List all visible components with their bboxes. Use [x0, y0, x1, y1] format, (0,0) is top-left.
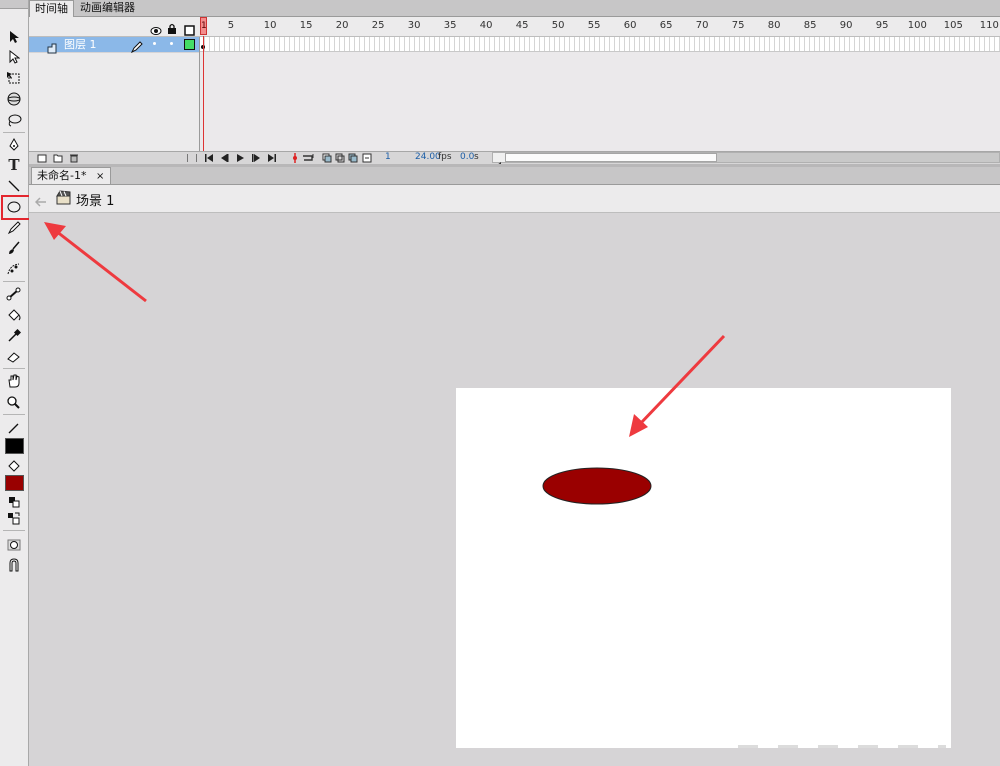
- ruler-tick: 25: [371, 20, 385, 31]
- selection-icon[interactable]: [4, 28, 24, 46]
- edit-pencil-icon: [130, 38, 143, 57]
- deco-icon[interactable]: [4, 260, 24, 278]
- timeline-tab-bar: 时间轴 动画编辑器: [29, 0, 1000, 17]
- snap-icon[interactable]: [4, 556, 24, 574]
- tab-motion-editor[interactable]: 动画编辑器: [75, 0, 140, 16]
- time-value[interactable]: 0.0: [460, 152, 474, 162]
- brush-icon[interactable]: [4, 239, 24, 257]
- ruler-tick: 85: [803, 20, 817, 31]
- ruler-tick: 95: [875, 20, 889, 31]
- layers-list: [29, 53, 199, 151]
- stroke-color-swatch[interactable]: [5, 438, 24, 454]
- fill-color-icon[interactable]: [4, 457, 24, 475]
- swap-colors-icon[interactable]: [4, 509, 24, 527]
- ruler-tick: 55: [587, 20, 601, 31]
- timeline-scrollbar[interactable]: [492, 152, 1000, 168]
- layer-name[interactable]: 图层 1: [64, 37, 97, 52]
- pen-icon[interactable]: [4, 136, 24, 154]
- pencil-icon[interactable]: [4, 219, 24, 237]
- line-icon[interactable]: [4, 177, 24, 195]
- scene-icon: [56, 190, 72, 209]
- scene-name[interactable]: 场景 1: [76, 190, 114, 209]
- outline-color-box[interactable]: [184, 39, 195, 50]
- edit-bar: 场景 1: [29, 185, 1000, 213]
- ruler-tick: 10: [263, 20, 277, 31]
- text-icon[interactable]: T: [4, 156, 24, 174]
- hand-icon[interactable]: [4, 372, 24, 390]
- ruler-tick: 20: [335, 20, 349, 31]
- ruler-tick: 70: [695, 20, 709, 31]
- ruler-tick: 40: [479, 20, 493, 31]
- layer-icon: [46, 39, 58, 58]
- playhead-line: [203, 36, 204, 152]
- stage[interactable]: [456, 388, 951, 748]
- back-arrow-icon[interactable]: [34, 192, 47, 211]
- ruler-tick: 50: [551, 20, 565, 31]
- bone-icon[interactable]: [4, 285, 24, 303]
- tools-panel: T: [0, 0, 32, 766]
- ruler-tick: 110: [979, 20, 999, 31]
- ruler-tick: 60: [623, 20, 637, 31]
- fps-unit: fps: [438, 152, 452, 162]
- ruler-tick: 30: [407, 20, 421, 31]
- close-icon[interactable]: ×: [96, 171, 104, 182]
- ruler-tick: 35: [443, 20, 457, 31]
- stage-bottom-edge: [738, 745, 946, 748]
- current-frame[interactable]: 1: [385, 152, 391, 162]
- zoom-icon[interactable]: [4, 393, 24, 411]
- subselection-icon[interactable]: [4, 48, 24, 66]
- document-title[interactable]: 未命名-1*: [37, 169, 86, 182]
- ruler-tick: 15: [299, 20, 313, 31]
- scroll-track[interactable]: [717, 153, 999, 162]
- layer-header: [29, 17, 199, 37]
- ruler-tick: 90: [839, 20, 853, 31]
- eraser-icon[interactable]: [4, 348, 24, 366]
- ruler-tick: 75: [731, 20, 745, 31]
- panel-grip[interactable]: [0, 0, 28, 9]
- object-drawing-icon[interactable]: [4, 536, 24, 554]
- visibility-dot[interactable]: [153, 42, 156, 45]
- 3d-rotation-icon[interactable]: [4, 90, 24, 108]
- document-tab[interactable]: 未命名-1* ×: [31, 167, 111, 184]
- ruler-tick: 100: [907, 20, 927, 31]
- tab-timeline[interactable]: 时间轴: [29, 0, 74, 17]
- ruler-tick: 65: [659, 20, 673, 31]
- document-tab-bar: 未命名-1* ×: [29, 167, 1000, 185]
- fill-color-swatch[interactable]: [5, 475, 24, 491]
- paint-bucket-icon[interactable]: [4, 306, 24, 324]
- fps-value[interactable]: 24.00: [415, 152, 441, 162]
- layer-row[interactable]: 图层 1: [29, 37, 199, 54]
- ruler-tick: 105: [943, 20, 963, 31]
- eyedropper-icon[interactable]: [4, 327, 24, 345]
- frame-row[interactable]: [200, 37, 1000, 52]
- stroke-color-icon[interactable]: [4, 419, 24, 437]
- scroll-thumb[interactable]: [505, 153, 717, 162]
- playhead[interactable]: 1: [200, 17, 207, 35]
- drawn-oval[interactable]: [542, 467, 652, 505]
- free-transform-icon[interactable]: [4, 69, 24, 87]
- ruler-tick: 5: [227, 20, 235, 31]
- lock-dot[interactable]: [170, 42, 173, 45]
- time-unit: s: [474, 152, 479, 162]
- lasso-icon[interactable]: [4, 111, 24, 129]
- resize-grip[interactable]: [187, 154, 197, 162]
- oval-tool-highlight: [1, 195, 32, 220]
- ruler-tick: 45: [515, 20, 529, 31]
- ruler-tick: 80: [767, 20, 781, 31]
